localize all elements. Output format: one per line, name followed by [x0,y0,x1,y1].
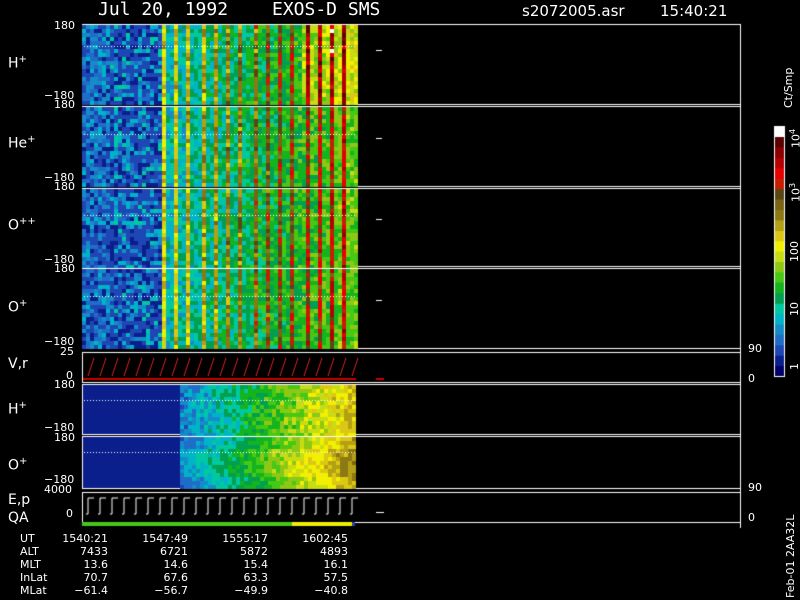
plot-file: s2072005.asr [522,2,625,20]
plot-time: 15:40:21 [660,2,728,20]
colorbar-tick-10: 10 [788,302,800,316]
colorbar-tick-100: 100 [788,241,800,262]
panel-label-o-plus: O+ [8,298,28,316]
ytick-bottom: 0 [66,507,73,520]
colorbar-unit: Ct/Smp [782,67,795,108]
right-tick-bottom: 0 [748,372,755,385]
spectrogram-canvas [0,0,800,600]
ytick-top: 180 [54,431,75,444]
colorbar-tick-1: 1 [788,363,800,370]
version-note: Feb-01 2AA32L [784,514,797,598]
ephemeris-col-2: 1547:49 6721 14.6 67.6 −56.7 [142,532,188,597]
ytick-top: 180 [54,378,75,391]
plot-instrument: EXOS-D SMS [272,0,381,20]
panel-label-vr: V,r [8,356,28,372]
panel-label-qa: QA [8,510,29,526]
colorbar-tick-10000: 104 [788,128,800,148]
right-tick-bottom: 0 [748,511,755,524]
panel-label-ep: E,p [8,492,31,508]
right-tick-top: 90 [748,342,762,355]
ytick-top: 180 [54,262,75,275]
ytick-top: 4000 [44,483,72,496]
colorbar-tick-1000: 103 [788,182,800,202]
panel-label-o-plus-2: O+ [8,456,28,474]
panel-label-he-plus: He+ [8,134,36,152]
ephemeris-col-4: 1602:45 4893 16.1 57.5 −40.8 [302,532,348,597]
ephemeris-col-3: 1555:17 5872 15.4 63.3 −49.9 [222,532,268,597]
panel-label-h-plus-2: H+ [8,400,27,418]
right-tick-top: 90 [748,481,762,494]
ytick-top: 180 [54,98,75,111]
panel-label-o-plusplus: O++ [8,216,36,234]
panel-label-h-plus: H+ [8,54,27,72]
ephemeris-col-1: 1540:21 7433 13.6 70.7 −61.4 [62,532,108,597]
ephemeris-labels: UT ALT MLT InLat MLat [20,532,48,597]
ytick-top: 25 [60,345,74,358]
ytick-top: 180 [54,180,75,193]
plot-date: Jul 20, 1992 [98,0,229,20]
ytick-top: 180 [54,19,75,32]
